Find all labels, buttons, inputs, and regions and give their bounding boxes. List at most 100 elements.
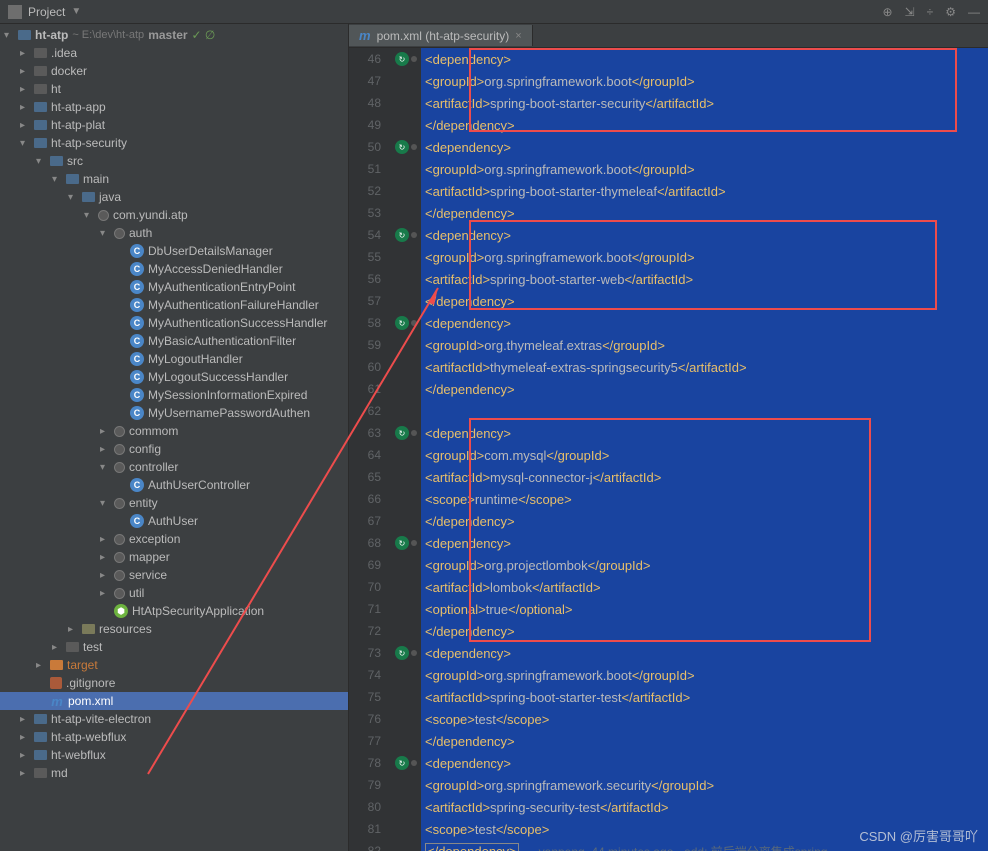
tree-item[interactable]: exception <box>0 530 348 548</box>
spring-gutter-icon[interactable]: ↻ <box>395 756 409 770</box>
tree-item[interactable]: CAuthUser <box>0 512 348 530</box>
tree-item[interactable]: mpom.xml <box>0 692 348 710</box>
expand-arrow-icon[interactable] <box>100 552 110 563</box>
expand-arrow-icon[interactable] <box>52 174 62 185</box>
project-label[interactable]: Project <box>28 5 65 19</box>
tree-item[interactable]: controller <box>0 458 348 476</box>
expand-arrow-icon[interactable] <box>20 138 30 149</box>
code-line[interactable]: <groupId>org.springframework.security</g… <box>425 774 988 796</box>
expand-arrow-icon[interactable] <box>68 624 78 635</box>
tree-item[interactable]: config <box>0 440 348 458</box>
code-line[interactable]: <artifactId>thymeleaf-extras-springsecur… <box>425 356 988 378</box>
tree-item[interactable]: entity <box>0 494 348 512</box>
tree-item[interactable]: CMyLogoutHandler <box>0 350 348 368</box>
spring-gutter-icon[interactable]: ↻ <box>395 52 409 66</box>
expand-arrow-icon[interactable] <box>100 570 110 581</box>
tree-item[interactable]: ht-atp-security <box>0 134 348 152</box>
code-lens[interactable]: yanpeng, 44 minutes ago · add: 前后端分离集成sp… <box>539 843 828 851</box>
tree-item[interactable]: service <box>0 566 348 584</box>
tree-item[interactable]: ht-atp-app <box>0 98 348 116</box>
tree-item[interactable]: ht-atp-webflux <box>0 728 348 746</box>
collapse-icon[interactable]: ÷ <box>927 5 934 19</box>
tree-item[interactable]: CMyLogoutSuccessHandler <box>0 368 348 386</box>
tree-item[interactable]: util <box>0 584 348 602</box>
code-line[interactable]: <groupId>org.springframework.boot</group… <box>425 664 988 686</box>
settings-icon[interactable]: ⚙ <box>945 5 956 19</box>
expand-arrow-icon[interactable] <box>52 642 62 653</box>
tree-item[interactable]: .idea <box>0 44 348 62</box>
spring-gutter-icon[interactable]: ↻ <box>395 646 409 660</box>
expand-arrow-icon[interactable] <box>20 714 30 725</box>
expand-arrow-icon[interactable] <box>20 750 30 761</box>
tree-item[interactable]: com.yundi.atp <box>0 206 348 224</box>
code-line[interactable]: <groupId>org.springframework.boot</group… <box>425 158 988 180</box>
close-icon[interactable]: × <box>515 30 521 42</box>
locate-icon[interactable]: ⊕ <box>883 5 893 19</box>
tree-item[interactable]: commom <box>0 422 348 440</box>
code-line[interactable]: <artifactId>spring-boot-starter-thymelea… <box>425 180 988 202</box>
expand-arrow-icon[interactable] <box>36 156 46 167</box>
spring-gutter-icon[interactable]: ↻ <box>395 228 409 242</box>
tree-item[interactable]: java <box>0 188 348 206</box>
tree-item[interactable]: CMyAccessDeniedHandler <box>0 260 348 278</box>
hide-icon[interactable]: — <box>968 5 980 19</box>
expand-arrow-icon[interactable] <box>100 588 110 599</box>
tree-item[interactable]: .gitignore <box>0 674 348 692</box>
tree-item[interactable]: ht-webflux <box>0 746 348 764</box>
tree-item[interactable]: CMyAuthenticationSuccessHandler <box>0 314 348 332</box>
tree-item[interactable]: CMyAuthenticationEntryPoint <box>0 278 348 296</box>
tree-item[interactable]: CAuthUserController <box>0 476 348 494</box>
tree-item[interactable]: md <box>0 764 348 782</box>
tree-item[interactable]: test <box>0 638 348 656</box>
expand-arrow-icon[interactable] <box>20 48 30 59</box>
tree-item[interactable]: auth <box>0 224 348 242</box>
expand-arrow-icon[interactable] <box>20 732 30 743</box>
code-line[interactable]: <dependency> <box>425 642 988 664</box>
spring-gutter-icon[interactable]: ↻ <box>395 426 409 440</box>
expand-arrow-icon[interactable] <box>84 210 94 221</box>
code-line[interactable]: </dependency> <box>425 378 988 400</box>
expand-arrow-icon[interactable] <box>68 192 78 203</box>
tree-item[interactable]: CMyAuthenticationFailureHandler <box>0 296 348 314</box>
expand-arrow-icon[interactable] <box>20 84 30 95</box>
code-line[interactable]: <artifactId>spring-security-test</artifa… <box>425 796 988 818</box>
tree-item[interactable]: mapper <box>0 548 348 566</box>
code-line[interactable]: <artifactId>spring-boot-starter-test</ar… <box>425 686 988 708</box>
tree-item[interactable]: CMyUsernamePasswordAuthen <box>0 404 348 422</box>
tab-pom-xml[interactable]: m pom.xml (ht-atp-security) × <box>349 25 533 46</box>
code-line[interactable]: <dependency> <box>425 752 988 774</box>
tree-item[interactable]: target <box>0 656 348 674</box>
code-line[interactable]: <scope>test</scope> <box>425 708 988 730</box>
dropdown-icon[interactable]: ▼ <box>71 6 81 17</box>
tree-item[interactable]: resources <box>0 620 348 638</box>
tree-item[interactable]: docker <box>0 62 348 80</box>
code-line[interactable]: <dependency> <box>425 136 988 158</box>
tree-root[interactable]: ht-atp ~ E:\dev\ht-atp master ✓ ∅ <box>0 26 348 44</box>
tree-item[interactable]: ht <box>0 80 348 98</box>
tree-item[interactable]: CMySessionInformationExpired <box>0 386 348 404</box>
tree-item[interactable]: CMyBasicAuthenticationFilter <box>0 332 348 350</box>
expand-arrow-icon[interactable] <box>100 498 110 509</box>
code-editor[interactable]: 46↻47484950↻51525354↻55565758↻5960616263… <box>349 48 988 851</box>
expand-arrow-icon[interactable] <box>20 102 30 113</box>
expand-arrow-icon[interactable] <box>100 462 110 473</box>
expand-arrow-icon[interactable] <box>36 660 46 671</box>
expand-icon[interactable]: ⇲ <box>905 5 915 19</box>
spring-gutter-icon[interactable]: ↻ <box>395 140 409 154</box>
expand-arrow-icon[interactable] <box>100 426 110 437</box>
tree-item[interactable]: src <box>0 152 348 170</box>
project-view-icon[interactable] <box>8 5 22 19</box>
tree-item[interactable]: main <box>0 170 348 188</box>
tree-item[interactable]: ht-atp-plat <box>0 116 348 134</box>
expand-arrow-icon[interactable] <box>100 444 110 455</box>
project-tree[interactable]: ht-atp ~ E:\dev\ht-atp master ✓ ∅.ideado… <box>0 24 349 851</box>
expand-arrow-icon[interactable] <box>100 534 110 545</box>
expand-arrow-icon[interactable] <box>20 768 30 779</box>
code-line[interactable]: <groupId>org.thymeleaf.extras</groupId> <box>425 334 988 356</box>
tree-item[interactable]: ⬢HtAtpSecurityApplication <box>0 602 348 620</box>
expand-arrow-icon[interactable] <box>20 66 30 77</box>
code-line[interactable]: </dependency> <box>425 730 988 752</box>
code-line[interactable]: <dependency> <box>425 312 988 334</box>
tree-item[interactable]: ht-atp-vite-electron <box>0 710 348 728</box>
tree-item[interactable]: CDbUserDetailsManager <box>0 242 348 260</box>
